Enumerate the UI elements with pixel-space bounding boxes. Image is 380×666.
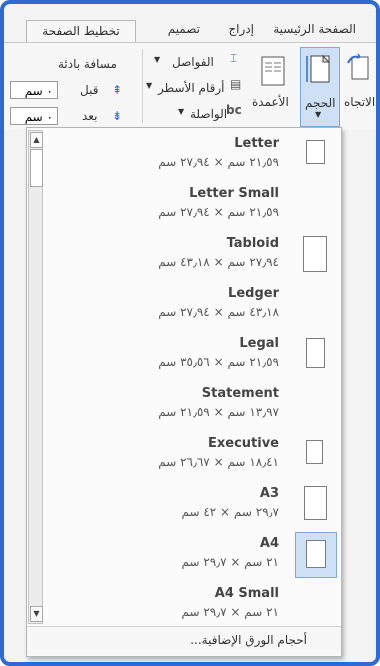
orientation-icon: [346, 53, 374, 91]
page-thumbnail: [306, 540, 326, 568]
orientation-button[interactable]: الاتجاه: [344, 95, 375, 109]
more-paper-sizes-label: أحجام الورق الإضافية...: [190, 633, 307, 647]
paper-size-item[interactable]: Ledger ٤٣٫١٨ سم × ٢٧٫٩٤ سم: [47, 282, 337, 328]
columns-icon: [260, 55, 286, 91]
chevron-down-icon: ▼: [178, 107, 185, 116]
paper-size-name: Ledger: [228, 286, 279, 301]
chevron-down-icon: ▼: [146, 81, 153, 90]
paper-size-name: A4: [259, 536, 279, 551]
spacing-title: مسافة بادئة: [58, 57, 117, 71]
after-label: بعد: [82, 109, 98, 123]
paper-size-name: Tabloid: [226, 236, 279, 251]
divider: [142, 49, 143, 123]
paper-size-dropdown: ▲ ▼ Letter ٢١٫٥٩ سم × ٢٧٫٩٤ سم Letter Sm…: [26, 127, 342, 657]
paper-size-item[interactable]: Tabloid ٢٧٫٩٤ سم × ٤٣٫١٨ سم: [47, 232, 337, 278]
paper-size-dims: ٢١ سم × ٢٩٫٧ سم: [181, 605, 279, 619]
chevron-down-icon: ▼: [315, 110, 322, 119]
tab-insert[interactable]: إدراج: [228, 22, 254, 36]
scroll-down-button[interactable]: ▼: [30, 606, 43, 622]
tab-home[interactable]: الصفحة الرئيسية: [273, 22, 356, 36]
spacing-before-icon: ⇞: [112, 83, 123, 97]
page-thumbnail: [306, 140, 325, 164]
after-spacing-field[interactable]: ٠ سم: [10, 107, 58, 125]
breaks-icon: ⌶: [230, 51, 238, 65]
paper-size-item[interactable]: Letter ٢١٫٥٩ سم × ٢٧٫٩٤ سم: [47, 132, 337, 178]
paper-size-dims: ٢٧٫٩٤ سم × ٤٣٫١٨ سم: [158, 255, 279, 269]
scrollbar[interactable]: ▲ ▼: [28, 130, 43, 624]
chevron-down-icon: ▼: [154, 55, 161, 64]
paper-size-item-selected[interactable]: A4 ٢١ سم × ٢٩٫٧ سم: [47, 532, 337, 578]
paper-size-item[interactable]: Legal ٢١٫٥٩ سم × ٣٥٫٥٦ سم: [47, 332, 337, 378]
paper-size-item[interactable]: Letter Small ٢١٫٥٩ سم × ٢٧٫٩٤ سم: [47, 182, 337, 228]
paper-size-item[interactable]: A3 ٢٩٫٧ سم × ٤٢ سم: [47, 482, 337, 528]
paper-size-name: Statement: [201, 386, 279, 401]
paper-size-dims: ١٨٫٤١ سم × ٢٦٫٦٧ سم: [158, 455, 279, 469]
hyphenation-icon: bc: [226, 103, 242, 117]
more-paper-sizes-button[interactable]: أحجام الورق الإضافية...: [27, 626, 341, 655]
tab-page-layout[interactable]: تخطيط الصفحة: [26, 20, 136, 43]
paper-size-dims: ٤٣٫١٨ سم × ٢٧٫٩٤ سم: [158, 305, 279, 319]
paper-size-dims: ١٣٫٩٧ سم × ٢١٫٥٩ سم: [158, 405, 279, 419]
hyphenation-button[interactable]: الواصلة: [190, 107, 227, 121]
page-size-icon: [306, 54, 331, 83]
paper-size-name: Letter: [234, 136, 279, 151]
paper-size-dims: ٢١ سم × ٢٩٫٧ سم: [181, 555, 279, 569]
columns-button[interactable]: الأعمدة: [252, 95, 289, 109]
tab-design[interactable]: تصميم: [168, 22, 200, 36]
size-button[interactable]: الحجم ▼: [300, 47, 340, 127]
paper-size-name: A4 Small: [214, 586, 279, 601]
paper-size-dims: ٢١٫٥٩ سم × ٢٧٫٩٤ سم: [158, 155, 279, 169]
page-thumbnail: [306, 440, 323, 464]
paper-size-item[interactable]: A4 Small ٢١ سم × ٢٩٫٧ سم: [47, 582, 337, 628]
page-thumbnail: [303, 236, 327, 272]
paper-size-dims: ٢١٫٥٩ سم × ٢٧٫٩٤ سم: [158, 205, 279, 219]
scroll-up-button[interactable]: ▲: [30, 132, 43, 148]
line-numbers-button[interactable]: أرقام الأسطر: [158, 81, 224, 95]
paper-size-name: Legal: [239, 336, 279, 351]
paper-size-name: Letter Small: [189, 186, 279, 201]
page-thumbnail: [304, 486, 327, 520]
scroll-thumb[interactable]: [30, 149, 43, 187]
spacing-after-icon: ⇟: [112, 109, 123, 123]
paper-size-name: A3: [259, 486, 279, 501]
size-label: الحجم: [305, 96, 336, 110]
paper-size-item[interactable]: Statement ١٣٫٩٧ سم × ٢١٫٥٩ سم: [47, 382, 337, 428]
before-label: قبل: [80, 83, 99, 97]
line-numbers-icon: ▤: [230, 77, 242, 91]
ribbon-tabs: الصفحة الرئيسية إدراج تصميم تخطيط الصفحة: [6, 8, 376, 43]
paper-size-item[interactable]: Executive ١٨٫٤١ سم × ٢٦٫٦٧ سم: [47, 432, 337, 478]
before-spacing-field[interactable]: ٠ سم: [10, 81, 58, 99]
breaks-button[interactable]: الفواصل: [172, 55, 214, 69]
page-thumbnail: [306, 338, 325, 368]
paper-size-dims: ٢٩٫٧ سم × ٤٢ سم: [181, 505, 279, 519]
ribbon-panel: الاتجاه الحجم ▼ الأعمدة الفواصل ▼ ⌶ أرقا…: [4, 42, 376, 129]
paper-size-dims: ٢١٫٥٩ سم × ٣٥٫٥٦ سم: [158, 355, 279, 369]
paper-size-name: Executive: [207, 436, 279, 451]
